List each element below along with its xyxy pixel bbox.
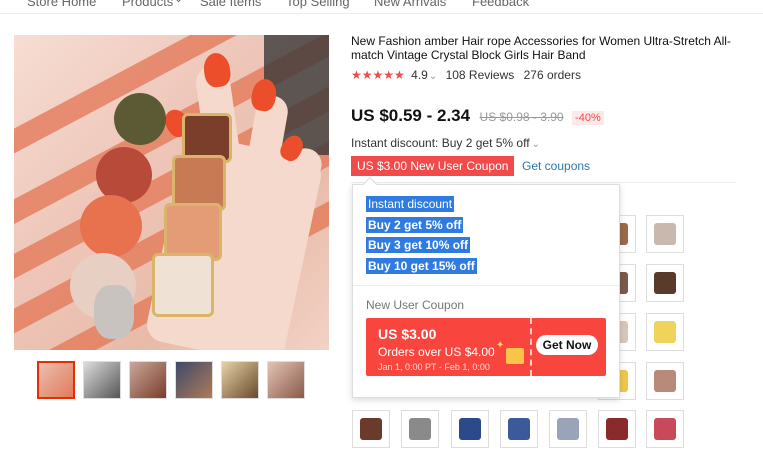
product-main-image[interactable] (14, 35, 329, 350)
thumbnail-6[interactable] (267, 361, 305, 399)
discount-popup: Instant discount Buy 2 get 5% off Buy 3 … (352, 176, 620, 398)
variant-option[interactable] (451, 410, 489, 448)
nav-sale-items[interactable]: Sale Items (200, 0, 261, 9)
discount-tier: Buy 3 get 10% off (366, 237, 471, 253)
new-user-coupon-title: New User Coupon (366, 298, 465, 312)
new-user-coupon-tag[interactable]: US $3.00 New User Coupon (351, 156, 515, 176)
thumbnail-2[interactable] (83, 361, 121, 399)
nav-new-arrivals[interactable]: New Arrivals (374, 0, 446, 9)
nav-store-home[interactable]: Store Home (27, 0, 96, 9)
coupon-card: US $3.00 Orders over US $4.00 Jan 1, 0:0… (366, 318, 606, 376)
store-nav: Store Home Products ⌄ Sale Items Top Sel… (0, 0, 763, 14)
thumbnail-3[interactable] (129, 361, 167, 399)
chevron-down-icon: ⌄ (531, 139, 540, 150)
chevron-down-icon[interactable]: ⌄ (429, 71, 437, 82)
coupon-amount: US $3.00 (378, 326, 437, 342)
product-title: New Fashion amber Hair rope Accessories … (351, 34, 731, 62)
variant-option[interactable] (646, 264, 684, 302)
popup-heading: Instant discount (366, 196, 455, 212)
current-price: US $0.59 - 2.34 (351, 106, 471, 125)
sparkle-icon: ✦ (496, 340, 505, 351)
rating-row: ★★★★★ 4.9⌄ 108 Reviews 276 orders (351, 68, 581, 84)
discount-tier: Buy 10 get 15% off (366, 258, 477, 274)
nav-products[interactable]: Products (122, 0, 173, 9)
price-row: US $0.59 - 2.34 US $0.98 - 3.90 -40% (351, 106, 604, 128)
discount-badge: -40% (572, 111, 604, 125)
variant-option[interactable] (646, 410, 684, 448)
variant-option[interactable] (549, 410, 587, 448)
gift-icon (506, 348, 524, 364)
variant-option[interactable] (646, 215, 684, 253)
star-rating-icon: ★★★★★ (351, 68, 405, 82)
variant-option[interactable] (598, 410, 636, 448)
get-coupons-link[interactable]: Get coupons (522, 159, 590, 173)
thumbnail-4[interactable] (175, 361, 213, 399)
variant-option[interactable] (646, 313, 684, 351)
popup-caret (362, 176, 378, 192)
variant-option[interactable] (401, 410, 439, 448)
coupon-perforation (530, 318, 532, 376)
divider (351, 182, 736, 183)
popup-divider (353, 285, 619, 286)
thumbnail-1[interactable] (37, 361, 75, 399)
coupon-condition: Orders over US $4.00 (378, 345, 495, 359)
instant-discount-text: Instant discount: Buy 2 get 5% off (351, 136, 530, 150)
variant-option[interactable] (352, 410, 390, 448)
orders-count: 276 orders (523, 68, 581, 82)
variant-option[interactable] (646, 362, 684, 400)
original-price: US $0.98 - 3.90 (479, 110, 564, 124)
instant-discount-toggle[interactable]: Instant discount: Buy 2 get 5% off ⌄ (351, 136, 540, 150)
rating-value[interactable]: 4.9 (411, 68, 428, 82)
nav-top-selling[interactable]: Top Selling (286, 0, 350, 9)
thumbnail-5[interactable] (221, 361, 259, 399)
coupon-dates: Jan 1, 0:00 PT - Feb 1, 0:00 (378, 362, 490, 372)
reviews-link[interactable]: 108 Reviews (446, 68, 515, 82)
thumbnail-strip (37, 361, 307, 399)
discount-tier: Buy 2 get 5% off (366, 217, 464, 233)
get-now-button[interactable]: Get Now (536, 335, 598, 355)
variant-option[interactable] (500, 410, 538, 448)
chevron-down-icon: ⌄ (174, 0, 183, 5)
nav-feedback[interactable]: Feedback (472, 0, 529, 9)
